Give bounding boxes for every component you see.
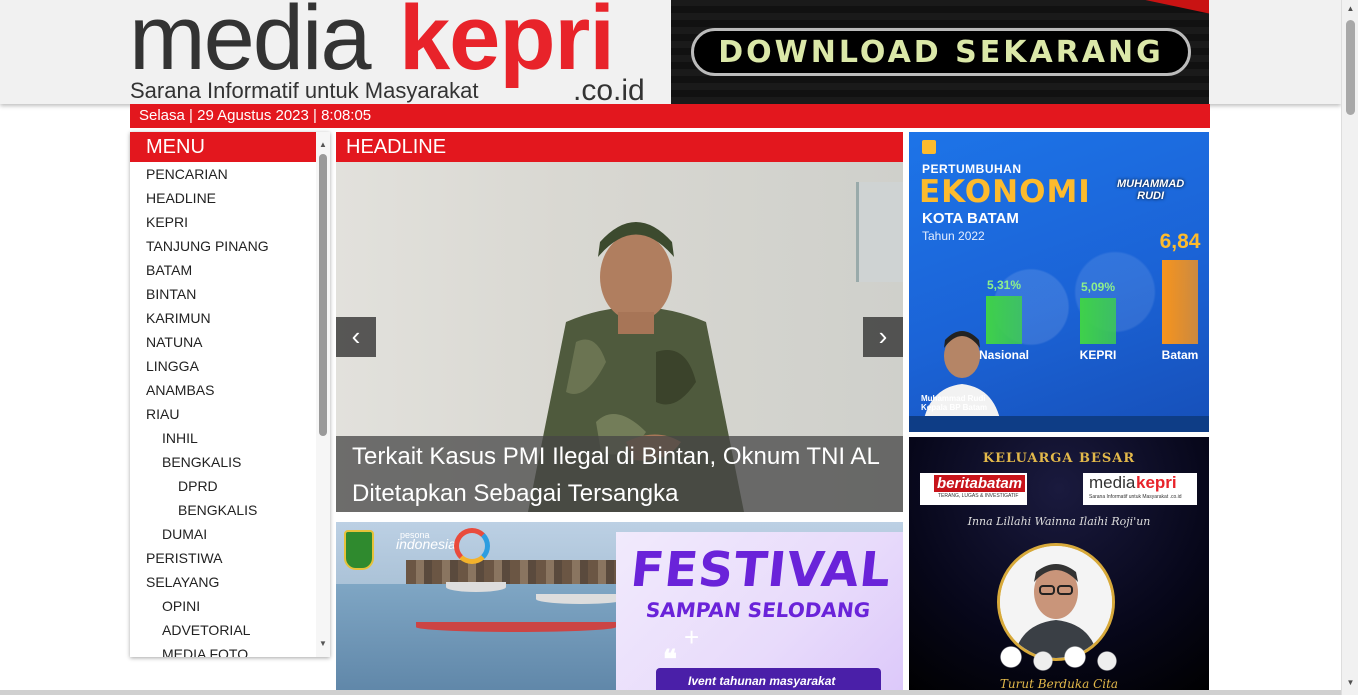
menu-item[interactable]: SELAYANG xyxy=(130,570,330,594)
festival-subtitle: SAMPAN SELODANG xyxy=(644,598,872,622)
menu-item[interactable]: BATAM xyxy=(130,258,330,282)
menu-item[interactable]: INHIL xyxy=(130,426,330,450)
person-last-name: RUDI xyxy=(1137,190,1165,202)
person-caption: Muhammad Rudi Kepala BP Batam xyxy=(921,394,987,412)
current-date: Selasa | 29 Agustus 2023 | 8:08:05 xyxy=(139,107,372,124)
economy-big-title: EKONOMI xyxy=(919,174,1091,210)
headline-title: HEADLINE xyxy=(336,132,903,162)
download-button-label: DOWNLOAD SEKARANG xyxy=(718,34,1164,70)
condolence-ad[interactable]: KELUARGA BESAR beritabatam TERANG, LUGAS… xyxy=(909,437,1209,695)
beritabatam-logo-text: beritabatam xyxy=(934,475,1026,492)
economy-bar xyxy=(1080,298,1116,344)
menu-item[interactable]: MEDIA FOTO xyxy=(130,642,330,657)
festival-banner[interactable]: pesona indonesia FESTIVAL SAMPAN SELODAN… xyxy=(336,522,903,695)
festival-plus: + xyxy=(684,622,700,652)
festival-boat xyxy=(416,622,616,632)
bp-batam-logo-icon xyxy=(922,140,936,154)
riau-emblem-icon xyxy=(344,530,374,570)
slide-prev-button[interactable]: ‹ xyxy=(336,317,376,357)
slide-wall-board xyxy=(856,182,903,282)
site-logo[interactable]: media kepri Sarana Informatif untuk Masy… xyxy=(129,0,669,107)
logo-domain: .co.id xyxy=(573,74,645,107)
mediakepri-logo: media kepri Sarana Informatif untuk Masy… xyxy=(1083,473,1197,505)
pesona-indonesia-logo: indonesia xyxy=(396,536,456,552)
menu-item[interactable]: DPRD xyxy=(130,474,330,498)
site-header: media kepri Sarana Informatif untuk Masy… xyxy=(0,0,1341,107)
menu-item[interactable]: DUMAI xyxy=(130,522,330,546)
sidebar-menu: MENU PENCARIAN HEADLINE KEPRI TANJUNG PINAN… xyxy=(130,132,330,657)
slide-next-button[interactable]: › xyxy=(863,317,903,357)
menu-item[interactable]: LINGGA xyxy=(130,354,330,378)
person-caption-role: Kepala BP Batam xyxy=(921,403,988,412)
chevron-right-icon: › xyxy=(878,321,888,351)
economy-bar-category: KEPRI xyxy=(1079,348,1117,362)
page-scroll-down-icon[interactable]: ▼ xyxy=(1342,674,1358,691)
economy-year: Tahun 2022 xyxy=(922,229,985,243)
ad-footer-bar xyxy=(909,416,1209,432)
flower-decoration xyxy=(979,637,1139,677)
download-button[interactable]: DOWNLOAD SEKARANG xyxy=(691,28,1191,76)
menu-list: PENCARIAN HEADLINE KEPRI TANJUNG PINANG BATA… xyxy=(130,162,330,657)
economy-bar-category: Batam xyxy=(1161,348,1199,362)
headline-slide[interactable]: Terkait Kasus PMI Ilegal di Bintan, Oknu… xyxy=(336,162,903,512)
headline-section: HEADLINE Terkait Kasus PMI Ilegal di Bin… xyxy=(336,132,903,514)
person-caption-name: Muhammad Rudi xyxy=(921,394,986,403)
mediakepri-logo-sub: Sarana Informatif untuk Masyarakat .co.i… xyxy=(1089,494,1182,500)
menu-item[interactable]: KARIMUN xyxy=(130,306,330,330)
menu-item[interactable]: HEADLINE xyxy=(130,186,330,210)
menu-item[interactable]: NATUNA xyxy=(130,330,330,354)
menu-item[interactable]: ANAMBAS xyxy=(130,378,330,402)
scroll-down-arrow-icon[interactable]: ▼ xyxy=(316,637,330,651)
economy-bar-value: 5,09% xyxy=(1080,280,1116,294)
economy-person-name: MUHAMMAD RUDI xyxy=(1117,178,1184,202)
economy-bar-value: 5,31% xyxy=(986,278,1022,292)
menu-scrollbar-thumb[interactable] xyxy=(319,154,327,436)
page-scroll-up-icon[interactable]: ▲ xyxy=(1342,0,1358,17)
menu-item[interactable]: RIAU xyxy=(130,402,330,426)
page-scrollbar-thumb[interactable] xyxy=(1346,20,1355,115)
pesona-swirl-icon xyxy=(454,528,490,564)
page: media kepri Sarana Informatif untuk Masy… xyxy=(0,0,1358,695)
person-photo xyxy=(922,331,1002,430)
menu-item[interactable]: TANJUNG PINANG xyxy=(130,234,330,258)
download-banner[interactable]: DOWNLOAD SEKARANG xyxy=(671,0,1209,104)
date-bar: Selasa | 29 Agustus 2023 | 8:08:05 xyxy=(130,104,1210,128)
festival-boat xyxy=(536,594,626,604)
menu-item[interactable]: BINTAN xyxy=(130,282,330,306)
menu-item[interactable]: KEPRI xyxy=(130,210,330,234)
economy-bar xyxy=(1162,260,1198,344)
menu-item[interactable]: ADVETORIAL xyxy=(130,618,330,642)
chevron-left-icon: ‹ xyxy=(351,321,361,351)
mediakepri-logo-media: media xyxy=(1089,473,1136,492)
beritabatam-logo-sub: TERANG, LUGAS & INVESTIGATIF xyxy=(938,493,1019,499)
economy-city: KOTA BATAM xyxy=(922,210,1019,227)
condolence-phrase: Inna Lillahi Wainna Ilaihi Roji'un xyxy=(967,515,1151,528)
condolence-footer: Turut Berduka Cita xyxy=(999,677,1119,691)
page-scrollbar[interactable]: ▲ ▼ xyxy=(1341,0,1358,695)
menu-item[interactable]: BENGKALIS xyxy=(130,450,330,474)
logo-tagline: Sarana Informatif untuk Masyarakat xyxy=(130,78,479,103)
economy-ad[interactable]: PERTUMBUHAN EKONOMI KOTA BATAM Tahun 202… xyxy=(909,132,1209,432)
menu-item[interactable]: BENGKALIS xyxy=(130,498,330,522)
window-bottom-edge xyxy=(0,690,1341,695)
menu-scrollbar[interactable]: ▲ ▼ xyxy=(316,132,330,657)
condolence-title: KELUARGA BESAR xyxy=(982,451,1136,466)
festival-title: FESTIVAL xyxy=(628,542,895,598)
menu-item[interactable]: OPINI xyxy=(130,594,330,618)
beritabatam-logo: beritabatam TERANG, LUGAS & INVESTIGATIF xyxy=(920,473,1027,505)
festival-boat xyxy=(446,582,506,592)
economy-bar-value: 6,84 xyxy=(1159,230,1201,253)
headline-caption[interactable]: Terkait Kasus PMI Ilegal di Bintan, Oknu… xyxy=(336,436,903,512)
mediakepri-logo-kepri: kepri xyxy=(1136,473,1177,492)
scroll-up-arrow-icon[interactable]: ▲ xyxy=(316,138,330,152)
person-first-name: MUHAMMAD xyxy=(1117,178,1185,190)
menu-item[interactable]: PERISTIWA xyxy=(130,546,330,570)
menu-item[interactable]: PENCARIAN xyxy=(130,162,330,186)
menu-title: MENU xyxy=(130,132,330,162)
